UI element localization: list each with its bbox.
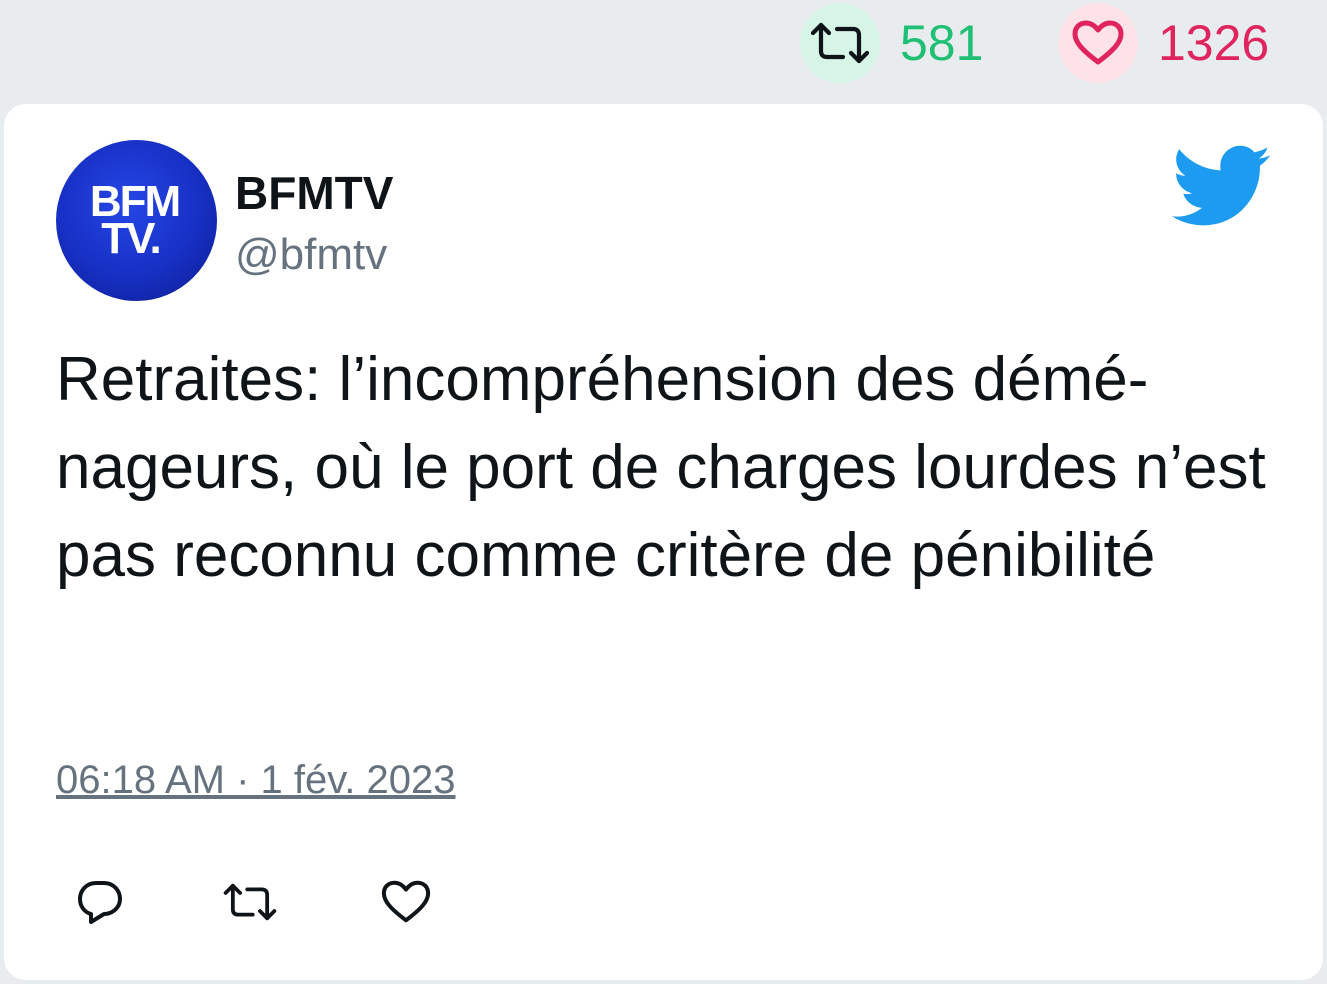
reply-icon (78, 881, 122, 924)
retweet-icon[interactable] (800, 3, 880, 83)
tweet-timestamp[interactable]: 06:18 AM · 1 fév. 2023 (56, 758, 456, 803)
tweet-text: Retraites: l’incompréhension des démé-na… (56, 345, 1266, 590)
retweet-stat[interactable]: 581 (800, 2, 983, 84)
like-button[interactable] (378, 874, 434, 930)
like-icon (381, 880, 431, 923)
avatar[interactable]: BFM TV. (56, 140, 217, 301)
tweet-card: BFM TV. BFMTV @bfmtv Retraites: l’incomp… (4, 104, 1323, 980)
author-handle[interactable]: @bfmtv (235, 230, 387, 280)
heart-icon[interactable] (1058, 3, 1138, 83)
retweet-icon (223, 883, 277, 921)
retweet-button[interactable] (222, 874, 278, 930)
avatar-logo-line2: TV. (101, 213, 161, 263)
top-stats-bar: 581 1326 (0, 0, 1327, 100)
retweet-count: 581 (900, 15, 984, 71)
reply-button[interactable] (72, 874, 128, 930)
like-count: 1326 (1158, 15, 1270, 71)
author-name[interactable]: BFMTV (235, 166, 393, 220)
twitter-bird-icon[interactable] (1172, 144, 1272, 230)
like-stat[interactable]: 1326 (1058, 2, 1269, 84)
